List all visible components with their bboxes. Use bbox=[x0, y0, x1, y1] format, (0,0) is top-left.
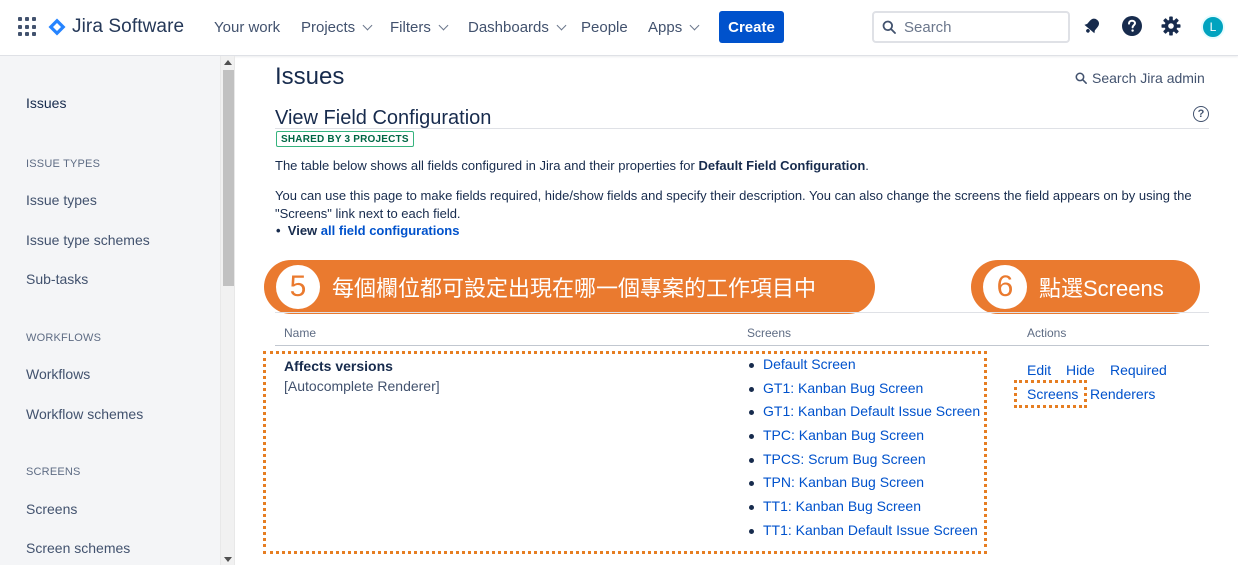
sidebar-item-workflows[interactable]: Workflows bbox=[26, 366, 90, 382]
nav-your-work[interactable]: Your work bbox=[214, 19, 280, 36]
scroll-up-arrow-icon[interactable] bbox=[224, 60, 232, 65]
notifications-icon[interactable] bbox=[1081, 15, 1103, 37]
nav-apps[interactable]: Apps bbox=[648, 19, 700, 36]
top-navigation: Jira Software Your work Projects Filters… bbox=[0, 0, 1238, 56]
view-all-configs-item: • View all field configurations bbox=[276, 223, 459, 238]
highlight-screens-action-box bbox=[1014, 380, 1087, 408]
chevron-down-icon bbox=[438, 20, 449, 31]
section-title: View Field Configuration bbox=[275, 107, 492, 129]
search-jira-admin-link[interactable]: Search Jira admin bbox=[1075, 70, 1205, 86]
divider bbox=[275, 128, 1209, 129]
intro-prefix: The table below shows all fields configu… bbox=[275, 158, 699, 173]
nav-label: Your work bbox=[214, 19, 281, 36]
callout-step-6: 6 點選Screens bbox=[971, 260, 1200, 314]
nav-label: Apps bbox=[648, 19, 683, 36]
step-number: 6 bbox=[983, 265, 1027, 309]
sidebar-item-issue-types[interactable]: Issue types bbox=[26, 192, 97, 208]
renderers-action-link[interactable]: Renderers bbox=[1090, 386, 1155, 402]
view-prefix: View bbox=[287, 223, 321, 238]
required-action-link[interactable]: Required bbox=[1110, 362, 1167, 378]
page-title: Issues bbox=[275, 63, 345, 90]
chevron-down-icon bbox=[556, 20, 567, 31]
jira-logo[interactable]: Jira Software bbox=[48, 15, 184, 39]
sidebar-item-screens[interactable]: Screens bbox=[26, 501, 77, 517]
edit-action-link[interactable]: Edit bbox=[1027, 362, 1051, 378]
hide-action-link[interactable]: Hide bbox=[1066, 362, 1095, 378]
search-icon bbox=[1075, 72, 1087, 84]
product-name: Jira Software bbox=[72, 16, 185, 37]
intro-text: The table below shows all fields configu… bbox=[275, 157, 869, 175]
sidebar-heading-workflows: WORKFLOWS bbox=[26, 332, 102, 344]
column-header-screens: Screens bbox=[747, 326, 792, 340]
chevron-down-icon bbox=[362, 20, 373, 31]
bullet: • bbox=[276, 223, 288, 238]
sidebar-item-workflow-schemes[interactable]: Workflow schemes bbox=[26, 406, 143, 422]
sidebar-item-issues[interactable]: Issues bbox=[26, 95, 66, 111]
sidebar-item-sub-tasks[interactable]: Sub-tasks bbox=[26, 271, 88, 287]
nav-dashboards[interactable]: Dashboards bbox=[468, 19, 567, 36]
nav-label: Projects bbox=[301, 19, 356, 36]
scrollbar-thumb[interactable] bbox=[223, 70, 234, 286]
help-icon[interactable] bbox=[1121, 15, 1143, 37]
highlight-field-row-box bbox=[263, 351, 987, 554]
chevron-down-icon bbox=[689, 20, 700, 31]
nav-filters[interactable]: Filters bbox=[390, 19, 449, 36]
scroll-down-arrow-icon[interactable] bbox=[224, 557, 232, 562]
nav-people[interactable]: People bbox=[581, 19, 628, 36]
nav-label: Filters bbox=[390, 19, 431, 36]
description-line: You can use this page to make fields req… bbox=[275, 188, 1192, 203]
intro-suffix: . bbox=[865, 158, 869, 173]
sidebar-heading-screens: SCREENS bbox=[26, 466, 81, 478]
settings-gear-icon[interactable] bbox=[1160, 15, 1182, 37]
nav-label: Dashboards bbox=[468, 19, 549, 36]
callout-text: 點選Screens bbox=[1039, 276, 1164, 301]
nav-label: People bbox=[581, 19, 628, 36]
config-name: Default Field Configuration bbox=[698, 158, 866, 173]
help-circle-icon[interactable]: ? bbox=[1193, 106, 1209, 122]
shared-projects-badge[interactable]: SHARED BY 3 PROJECTS bbox=[276, 131, 414, 147]
callout-step-5: 5 每個欄位都可設定出現在哪一個專案的工作項目中 bbox=[264, 260, 875, 314]
admin-search-label: Search Jira admin bbox=[1092, 70, 1205, 86]
table-top-rule bbox=[275, 312, 1209, 313]
search-input[interactable]: Search bbox=[872, 11, 1070, 43]
column-header-name: Name bbox=[284, 326, 317, 340]
sidebar-scrollbar[interactable] bbox=[220, 56, 235, 565]
sidebar-item-issue-type-schemes[interactable]: Issue type schemes bbox=[26, 232, 150, 248]
search-icon bbox=[882, 20, 896, 34]
table-header-rule bbox=[275, 345, 1209, 346]
all-field-configurations-link[interactable]: all field configurations bbox=[321, 223, 460, 238]
step-number: 5 bbox=[276, 265, 320, 309]
admin-sidebar: Issues ISSUE TYPES Issue types Issue typ… bbox=[0, 56, 220, 565]
description-text: You can use this page to make fields req… bbox=[275, 187, 1192, 223]
create-button[interactable]: Create bbox=[719, 11, 784, 43]
app-switcher-icon[interactable] bbox=[18, 17, 38, 37]
description-line: "Screens" link next to each field. bbox=[275, 206, 461, 221]
nav-projects[interactable]: Projects bbox=[301, 19, 373, 36]
user-avatar[interactable]: L bbox=[1201, 15, 1225, 39]
sidebar-item-screen-schemes[interactable]: Screen schemes bbox=[26, 540, 130, 556]
search-placeholder: Search bbox=[904, 18, 952, 36]
sidebar-heading-issue-types: ISSUE TYPES bbox=[26, 158, 101, 170]
callout-text: 每個欄位都可設定出現在哪一個專案的工作項目中 bbox=[332, 276, 817, 301]
column-header-actions: Actions bbox=[1027, 326, 1067, 340]
jira-diamond-icon bbox=[48, 18, 66, 36]
